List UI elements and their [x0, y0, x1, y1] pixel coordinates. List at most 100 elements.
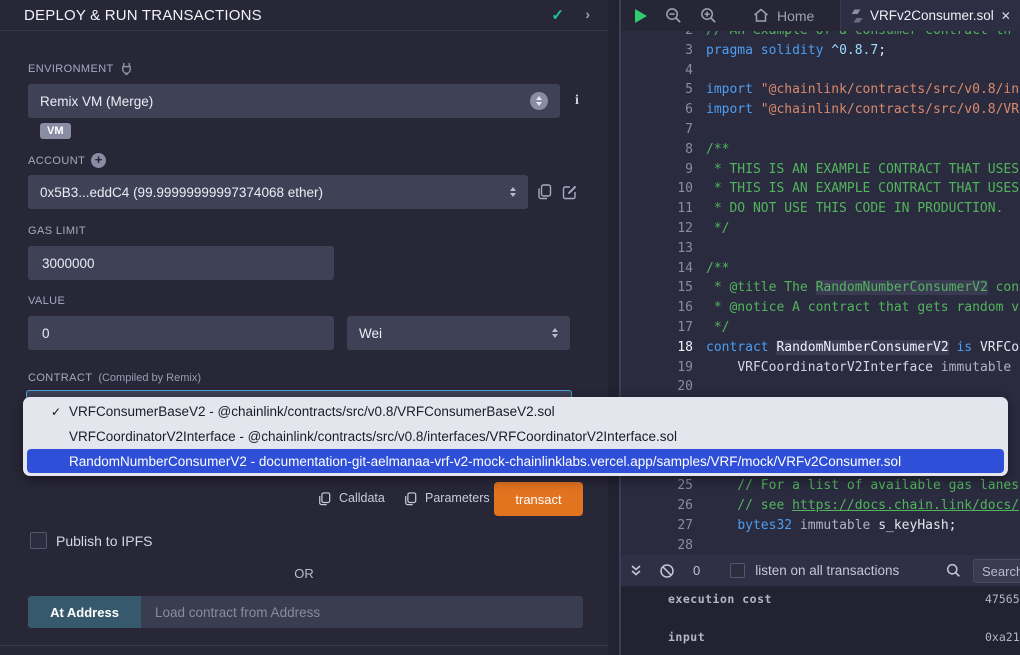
solidity-file-icon: [851, 9, 863, 23]
deploy-actions-row: Calldata Parameters transact: [0, 482, 583, 516]
terminal-search-input[interactable]: [973, 559, 1020, 583]
line-content: // see https://docs.chain.link/docs/: [693, 496, 1019, 516]
search-icon: [946, 563, 961, 578]
calldata-label[interactable]: Calldata: [339, 491, 385, 505]
line-content: [693, 239, 706, 259]
terminal-output[interactable]: execution cost47565 gasinput0xa21...a23e…: [621, 586, 1020, 655]
code-line-10: 10 * THIS IS AN EXAMPLE CONTRACT THAT US…: [621, 179, 1020, 199]
line-content: // For a list of available gas lanes: [693, 476, 1019, 496]
contract-label: CONTRACT (Compiled by Remix): [28, 372, 201, 384]
panel-resize-handle[interactable]: [608, 0, 621, 655]
pending-tx-count: 0: [693, 563, 700, 578]
check-icon: ✓: [51, 405, 61, 419]
contract-option-label: VRFCoordinatorV2Interface - @chainlink/c…: [69, 429, 677, 444]
code-line-28: 28: [621, 536, 1020, 555]
line-number: 14: [621, 259, 693, 279]
account-label: ACCOUNT +: [28, 153, 106, 168]
code-line-8: 8/**: [621, 140, 1020, 160]
code-line-26: 26 // see https://docs.chain.link/docs/: [621, 496, 1020, 516]
terminal-toolbar: 0 listen on all transactions: [621, 555, 1020, 586]
line-content: contract RandomNumberConsumerV2 is VRFCo: [693, 338, 1019, 358]
code-editor[interactable]: 2// An example of a consumer contract th…: [621, 31, 1020, 555]
zoom-in-icon[interactable]: [700, 7, 717, 24]
clear-console-icon[interactable]: [659, 563, 675, 579]
code-line-18: 18contract RandomNumberConsumerV2 is VRF…: [621, 338, 1020, 358]
line-number: 18: [621, 338, 693, 358]
line-content: bytes32 immutable s_keyHash;: [693, 516, 956, 536]
tab-filename: VRFv2Consumer.sol: [870, 8, 994, 23]
code-line-9: 9 * THIS IS AN EXAMPLE CONTRACT THAT USE…: [621, 160, 1020, 180]
line-content: /**: [693, 140, 729, 160]
line-number: 25: [621, 476, 693, 496]
line-number: 4: [621, 61, 693, 81]
copy-parameters-icon[interactable]: [404, 492, 417, 506]
editor-region: Home VRFv2Consumer.sol ✕ 2// An example …: [621, 0, 1020, 655]
terminal-key: input: [668, 630, 705, 644]
line-number: 28: [621, 536, 693, 555]
line-number: 27: [621, 516, 693, 536]
edit-account-icon[interactable]: [562, 184, 578, 200]
code-line-2: 2// An example of a consumer contract th: [621, 31, 1020, 41]
tab-home[interactable]: Home: [743, 0, 824, 31]
line-number: 13: [621, 239, 693, 259]
add-account-icon[interactable]: +: [91, 153, 106, 168]
contract-option-1[interactable]: VRFCoordinatorV2Interface - @chainlink/c…: [23, 424, 1008, 449]
line-number: 26: [621, 496, 693, 516]
line-number: 17: [621, 318, 693, 338]
publish-ipfs-checkbox[interactable]: [30, 532, 47, 549]
copy-calldata-icon[interactable]: [318, 492, 331, 506]
gas-limit-input[interactable]: [28, 246, 334, 280]
line-content: * @notice A contract that gets random v: [693, 298, 1019, 318]
listen-all-checkbox[interactable]: [730, 563, 745, 578]
value-unit-select[interactable]: Wei: [347, 316, 570, 350]
home-icon: [753, 8, 769, 23]
expand-terminal-icon[interactable]: [629, 564, 643, 578]
code-line-25: 25 // For a list of available gas lanes: [621, 476, 1020, 496]
line-content: // An example of a consumer contract th: [693, 31, 1011, 41]
at-address-input[interactable]: [141, 596, 583, 628]
line-content: pragma solidity ^0.8.7;: [693, 41, 886, 61]
collapse-panel-chevron-icon[interactable]: ›: [585, 6, 590, 22]
or-separator: OR: [0, 566, 608, 581]
info-icon[interactable]: i: [575, 93, 579, 109]
line-content: * THIS IS AN EXAMPLE CONTRACT THAT USES: [693, 179, 1019, 199]
compile-success-check-icon: ✓: [551, 6, 564, 24]
line-content: * DO NOT USE THIS CODE IN PRODUCTION.: [693, 199, 1003, 219]
environment-select[interactable]: Remix VM (Merge): [28, 84, 560, 118]
code-line-15: 15 * @title The RandomNumberConsumerV2 c…: [621, 278, 1020, 298]
code-line-12: 12 */: [621, 219, 1020, 239]
code-line-11: 11 * DO NOT USE THIS CODE IN PRODUCTION.: [621, 199, 1020, 219]
contract-option-0[interactable]: ✓VRFConsumerBaseV2 - @chainlink/contract…: [23, 399, 1008, 424]
line-content: [693, 61, 706, 81]
line-number: 5: [621, 80, 693, 100]
line-content: import "@chainlink/contracts/src/v0.8/VR: [693, 100, 1019, 120]
line-number: 12: [621, 219, 693, 239]
code-line-5: 5import "@chainlink/contracts/src/v0.8/i…: [621, 80, 1020, 100]
chevron-updown-icon: [552, 328, 558, 338]
value-input[interactable]: [28, 316, 334, 350]
code-line-7: 7: [621, 120, 1020, 140]
line-number: 11: [621, 199, 693, 219]
deploy-run-panel: DEPLOY & RUN TRANSACTIONS ✓ › ENVIRONMEN…: [0, 0, 608, 655]
contract-option-2[interactable]: RandomNumberConsumerV2 - documentation-g…: [23, 449, 1008, 474]
line-number: 19: [621, 358, 693, 378]
code-line-17: 17 */: [621, 318, 1020, 338]
tab-vrfv2consumer[interactable]: VRFv2Consumer.sol ✕: [840, 0, 1020, 31]
page-title: DEPLOY & RUN TRANSACTIONS: [24, 7, 262, 24]
parameters-label[interactable]: Parameters: [425, 491, 490, 505]
listen-all-label: listen on all transactions: [755, 563, 899, 578]
line-content: import "@chainlink/contracts/src/v0.8/in: [693, 80, 1019, 100]
environment-label: ENVIRONMENT: [28, 62, 133, 75]
code-line-4: 4: [621, 61, 1020, 81]
terminal-key: execution cost: [668, 592, 772, 606]
at-address-button[interactable]: At Address: [28, 596, 141, 628]
close-tab-icon[interactable]: ✕: [1001, 9, 1011, 23]
code-line-13: 13: [621, 239, 1020, 259]
copy-account-icon[interactable]: [537, 184, 552, 200]
line-number: 20: [621, 377, 693, 397]
transact-button[interactable]: transact: [494, 482, 583, 516]
terminal-row-1: input0xa21...a23e4: [668, 630, 1020, 644]
zoom-out-icon[interactable]: [665, 7, 682, 24]
run-script-icon[interactable]: [635, 9, 647, 23]
account-select[interactable]: 0x5B3...eddC4 (99.99999999997374068 ethe…: [28, 175, 528, 209]
